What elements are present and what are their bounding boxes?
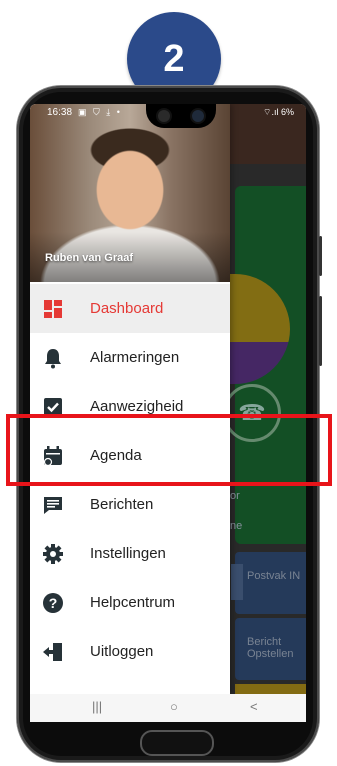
- physical-home-button[interactable]: [140, 730, 214, 756]
- menu-item-label: Helpcentrum: [90, 594, 176, 611]
- profile-header: Ruben van Graaf: [30, 104, 230, 282]
- navigation-drawer: Ruben van Graaf Dashboard Alarmeringen A…: [30, 104, 230, 694]
- menu-item-label: Uitloggen: [90, 643, 154, 660]
- logout-icon: [43, 643, 62, 661]
- menu-item-dashboard[interactable]: Dashboard: [30, 284, 230, 333]
- agenda-highlight-box: [6, 414, 332, 486]
- phone-screen: ☎ or ne Postvak IN Bericht Opstellen Rub…: [30, 104, 306, 722]
- gear-icon: [43, 544, 63, 564]
- menu-item-alarmeringen[interactable]: Alarmeringen: [30, 333, 230, 382]
- profile-name: Ruben van Graaf: [45, 252, 134, 264]
- front-camera-icon: [156, 108, 172, 124]
- svg-text:?: ?: [49, 595, 58, 611]
- android-navigation-bar: ||| ○ <: [30, 694, 306, 722]
- battery-signal-status: ⌔.ıl 6%: [263, 107, 294, 117]
- menu-item-label: Aanwezigheid: [90, 398, 184, 415]
- dashboard-icon: [44, 300, 62, 318]
- camera-notch: [146, 104, 216, 128]
- menu-item-label: Alarmeringen: [90, 349, 180, 366]
- menu-item-label: Instellingen: [90, 545, 166, 562]
- help-icon: ?: [43, 593, 63, 613]
- back-button[interactable]: <: [250, 699, 258, 714]
- bell-icon: [45, 349, 61, 369]
- recent-apps-button[interactable]: |||: [92, 699, 102, 714]
- menu-item-berichten[interactable]: Berichten: [30, 480, 230, 529]
- menu-item-helpcentrum[interactable]: ? Helpcentrum: [30, 578, 230, 627]
- menu-item-instellingen[interactable]: Instellingen: [30, 529, 230, 578]
- menu-item-label: Berichten: [90, 496, 154, 513]
- status-time: 16:38: [47, 107, 73, 118]
- home-button[interactable]: ○: [170, 699, 178, 714]
- menu-item-label: Dashboard: [90, 300, 164, 317]
- message-icon: [44, 497, 62, 514]
- notification-icons: ▣ ⛉ ⤓ •: [78, 107, 122, 117]
- menu-item-uitloggen[interactable]: Uitloggen: [30, 627, 230, 676]
- sensor-icon: [190, 108, 206, 124]
